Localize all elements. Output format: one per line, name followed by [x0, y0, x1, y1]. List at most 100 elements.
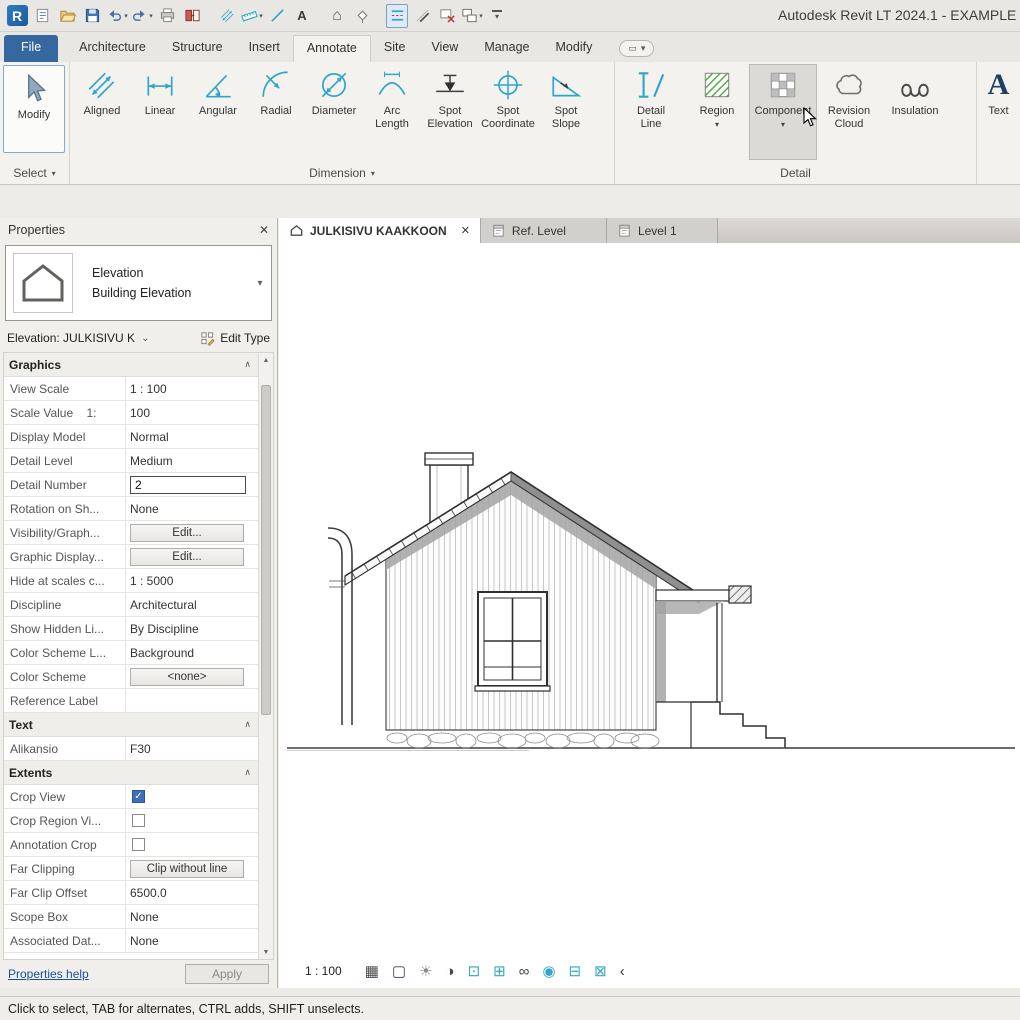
dropdown-caret-icon[interactable]: ▾: [715, 120, 719, 129]
dimension-panel-label[interactable]: Dimension ▾: [70, 162, 614, 184]
view-scale-button[interactable]: 1 : 100: [303, 962, 352, 980]
view-tab-julkisivu-kaakkoon[interactable]: JULKISIVU KAAKKOON✕: [279, 218, 481, 243]
detail-level-icon[interactable]: ▦: [365, 964, 379, 979]
model-line-icon[interactable]: [266, 4, 288, 28]
ribbon-tab-site[interactable]: Site: [371, 35, 419, 62]
tool-modify[interactable]: Modify: [3, 65, 65, 153]
tile-windows-icon[interactable]: ▾: [461, 4, 483, 28]
reveal-hidden-elements-icon[interactable]: ◉: [542, 964, 555, 979]
undo-icon[interactable]: ▾: [106, 4, 128, 28]
tool-spot-coordinate[interactable]: SpotCoordinate: [479, 65, 537, 159]
collapse-icon[interactable]: ‹: [620, 964, 625, 979]
collapse-chevron-icon[interactable]: ∧: [244, 767, 251, 778]
collapse-chevron-icon[interactable]: ∧: [244, 719, 251, 730]
crop-view-icon[interactable]: ⊡: [468, 964, 481, 979]
type-selector[interactable]: Elevation Building Elevation ▾: [5, 245, 272, 321]
dropdown-caret-icon[interactable]: ▾: [249, 278, 271, 289]
property-value[interactable]: 6500.0: [130, 886, 167, 900]
ribbon-tab-view[interactable]: View: [418, 35, 471, 62]
aligned-dimension-icon[interactable]: [216, 4, 238, 28]
ribbon-tab-modify[interactable]: Modify: [543, 35, 606, 62]
close-icon[interactable]: ✕: [259, 223, 269, 237]
ribbon-tab-annotate[interactable]: Annotate: [293, 35, 371, 62]
text-note-icon[interactable]: A: [291, 4, 313, 28]
redo-icon[interactable]: ▾: [131, 4, 153, 28]
qat-customize-icon[interactable]: ▾: [486, 4, 508, 28]
revit-logo-icon[interactable]: R: [6, 4, 28, 28]
property-value[interactable]: None: [130, 502, 159, 516]
print-icon[interactable]: [156, 4, 178, 28]
tool-aligned[interactable]: Aligned: [73, 65, 131, 159]
tool-radial[interactable]: Radial: [247, 65, 305, 159]
visual-style-icon[interactable]: ▢: [392, 964, 406, 979]
tag-icon[interactable]: [351, 4, 373, 28]
section-header-extents[interactable]: Extents∧: [4, 761, 258, 785]
ribbon-tab-manage[interactable]: Manage: [471, 35, 542, 62]
property-checkbox[interactable]: [132, 838, 145, 851]
scroll-up-icon[interactable]: ▲: [263, 353, 270, 367]
tool-text[interactable]: A Text: [980, 65, 1017, 159]
property-value-button[interactable]: Clip without line: [130, 860, 244, 878]
drawing-canvas[interactable]: 1 : 100 ▦▢☀◑⊡⊞∞◉⊟⊠‹: [279, 243, 1020, 988]
property-value[interactable]: 1 : 5000: [130, 574, 173, 588]
show-crop-region-icon[interactable]: ⊞: [493, 964, 506, 979]
close-view-icon[interactable]: ✕: [461, 224, 470, 237]
select-panel-label[interactable]: Select ▾: [0, 162, 69, 184]
tool-region[interactable]: Region▾: [684, 65, 750, 159]
instance-selector[interactable]: Elevation: JULKISIVU K ⌄: [7, 331, 149, 345]
ribbon-display-toggle[interactable]: ▭ ▾: [619, 40, 654, 57]
property-value[interactable]: Background: [130, 646, 194, 660]
property-value[interactable]: By Discipline: [130, 622, 199, 636]
scroll-down-icon[interactable]: ▼: [263, 945, 270, 959]
tool-diameter[interactable]: Diameter: [305, 65, 363, 159]
ribbon-tab-structure[interactable]: Structure: [159, 35, 236, 62]
tool-spot-slope[interactable]: SpotSlope: [537, 65, 595, 159]
dropdown-caret-icon[interactable]: ▾: [781, 120, 785, 129]
tool-linear[interactable]: Linear: [131, 65, 189, 159]
section-icon[interactable]: [386, 4, 408, 28]
property-value-button[interactable]: Edit...: [130, 548, 244, 566]
property-value-button[interactable]: Edit...: [130, 524, 244, 542]
scrollbar-track[interactable]: [259, 367, 273, 945]
edit-type-button[interactable]: Edit Type: [200, 331, 270, 346]
tool-arc-length[interactable]: ArcLength: [363, 65, 421, 159]
property-value[interactable]: Medium: [130, 454, 173, 468]
temporary-view-properties-icon[interactable]: ⊟: [569, 964, 582, 979]
property-value[interactable]: Architectural: [130, 598, 197, 612]
property-value-input[interactable]: 2: [130, 476, 246, 494]
document-properties-icon[interactable]: [31, 4, 53, 28]
displaced-elements-icon[interactable]: ⊠: [594, 964, 607, 979]
open-icon[interactable]: [56, 4, 78, 28]
apply-button[interactable]: Apply: [185, 964, 269, 984]
tool-insulation[interactable]: Insulation: [882, 65, 948, 159]
property-value[interactable]: Normal: [130, 430, 169, 444]
property-value[interactable]: 100: [130, 406, 150, 420]
tool-angular[interactable]: Angular: [189, 65, 247, 159]
default-3d-view-icon[interactable]: ⌂: [326, 4, 348, 28]
scrollbar-thumb[interactable]: [261, 385, 271, 715]
ribbon-tab-file[interactable]: File: [4, 35, 58, 62]
view-tab-ref-level[interactable]: Ref. Level: [481, 218, 607, 243]
tool-spot-elevation[interactable]: SpotElevation: [421, 65, 479, 159]
section-header-text[interactable]: Text∧: [4, 713, 258, 737]
save-icon[interactable]: [81, 4, 103, 28]
section-header-graphics[interactable]: Graphics∧: [4, 353, 258, 377]
shadows-icon[interactable]: ◑: [446, 964, 455, 979]
ribbon-tab-insert[interactable]: Insert: [236, 35, 293, 62]
property-checkbox[interactable]: ✓: [132, 790, 145, 803]
properties-scrollbar[interactable]: ▲ ▼: [258, 353, 273, 959]
thin-lines-icon[interactable]: [411, 4, 433, 28]
properties-help-link[interactable]: Properties help: [8, 967, 89, 981]
tool-revision-cloud[interactable]: RevisionCloud: [816, 65, 882, 159]
tool-detail-line[interactable]: DetailLine: [618, 65, 684, 159]
collapse-chevron-icon[interactable]: ∧: [244, 359, 251, 370]
property-checkbox[interactable]: [132, 814, 145, 827]
view-tab-level-1[interactable]: Level 1: [607, 218, 718, 243]
close-inactive-icon[interactable]: [436, 4, 458, 28]
transfer-standards-icon[interactable]: [181, 4, 203, 28]
property-value[interactable]: None: [130, 910, 159, 924]
property-value-button[interactable]: <none>: [130, 668, 244, 686]
sun-path-icon[interactable]: ☀: [419, 964, 432, 979]
property-value[interactable]: None: [130, 934, 159, 948]
property-value[interactable]: 1 : 100: [130, 382, 167, 396]
